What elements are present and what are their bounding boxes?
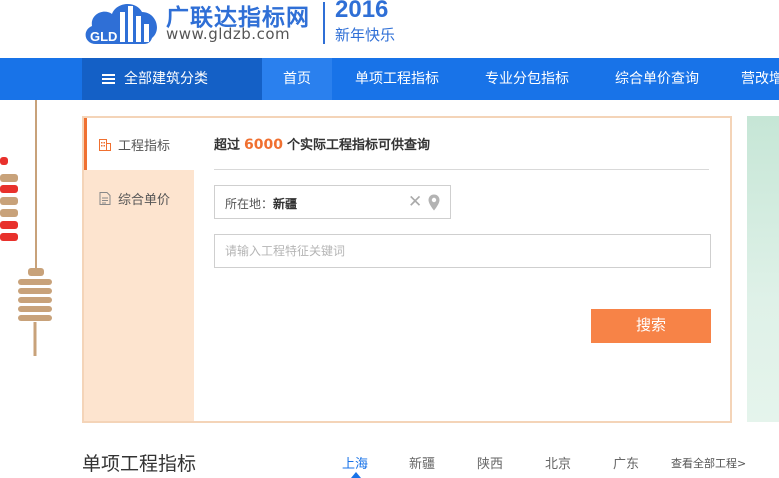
active-region-indicator: [351, 472, 361, 478]
headline-prefix: 超过: [214, 138, 241, 153]
main-nav: 全部建筑分类 首页 单项工程指标 专业分包指标 综合单价查询 营改增: [0, 58, 779, 100]
nav-item-vat-reform[interactable]: 营改增: [727, 58, 779, 100]
clear-icon[interactable]: ✕: [408, 192, 422, 212]
index-count-headline: 超过 6000 个实际工程指标可供查询: [214, 134, 430, 153]
festive-decoration: [0, 100, 52, 356]
location-selector[interactable]: 所在地： 新疆 ✕: [214, 185, 451, 219]
logo-letters: GLD: [90, 29, 117, 44]
location-label: 所在地：: [225, 197, 274, 211]
headline-suffix: 个实际工程指标可供查询: [286, 138, 430, 153]
location-pin-icon[interactable]: [428, 194, 440, 211]
search-panel: 工程指标 综合单价 超过6000个实际工程指标可供查询 所在地： 新疆 ✕ 搜索: [82, 116, 732, 423]
building-icon: [99, 139, 111, 151]
keyword-input[interactable]: [214, 234, 711, 268]
tab-unit-price[interactable]: 综合单价: [84, 172, 194, 224]
nav-item-subcontract-index[interactable]: 专业分包指标: [467, 58, 587, 100]
tab-unit-price-label: 综合单价: [118, 193, 171, 208]
site-url: www.gldzb.com: [166, 25, 291, 43]
location-value: 新疆: [273, 197, 298, 211]
all-categories-menu[interactable]: 全部建筑分类: [82, 58, 262, 100]
region-tab-beijing[interactable]: 北京: [545, 453, 571, 472]
site-header: GLD 广联达指标网 www.gldzb.com 2016 新年快乐: [0, 0, 779, 58]
region-tab-shanghai[interactable]: 上海: [342, 453, 368, 472]
logo-icon[interactable]: GLD: [82, 0, 160, 46]
nav-item-unit-price-query[interactable]: 综合单价查询: [597, 58, 717, 100]
search-tabs: 工程指标 综合单价: [84, 118, 194, 421]
section-title: 单项工程指标: [82, 453, 197, 475]
index-count: 6000: [244, 137, 283, 153]
nav-item-home[interactable]: 首页: [262, 58, 332, 100]
greeting-year: 2016: [335, 0, 389, 23]
logo-divider: [323, 2, 325, 44]
region-tab-xinjiang[interactable]: 新疆: [409, 453, 435, 472]
tab-project-index-label: 工程指标: [118, 139, 171, 154]
region-tab-guangdong[interactable]: 广东: [613, 453, 639, 472]
headline-divider: [214, 169, 709, 170]
menu-icon: [102, 74, 115, 84]
greeting-text: 新年快乐: [335, 26, 396, 44]
tab-project-index[interactable]: 工程指标: [84, 118, 194, 170]
search-button[interactable]: 搜索: [591, 309, 711, 343]
region-tab-shaanxi[interactable]: 陕西: [477, 453, 503, 472]
nav-item-single-project-index[interactable]: 单项工程指标: [337, 58, 457, 100]
promo-banner-edge[interactable]: [747, 116, 779, 422]
document-icon: [99, 192, 111, 205]
view-all-projects-link[interactable]: 查看全部工程>: [671, 455, 746, 471]
all-categories-label: 全部建筑分类: [124, 71, 208, 87]
